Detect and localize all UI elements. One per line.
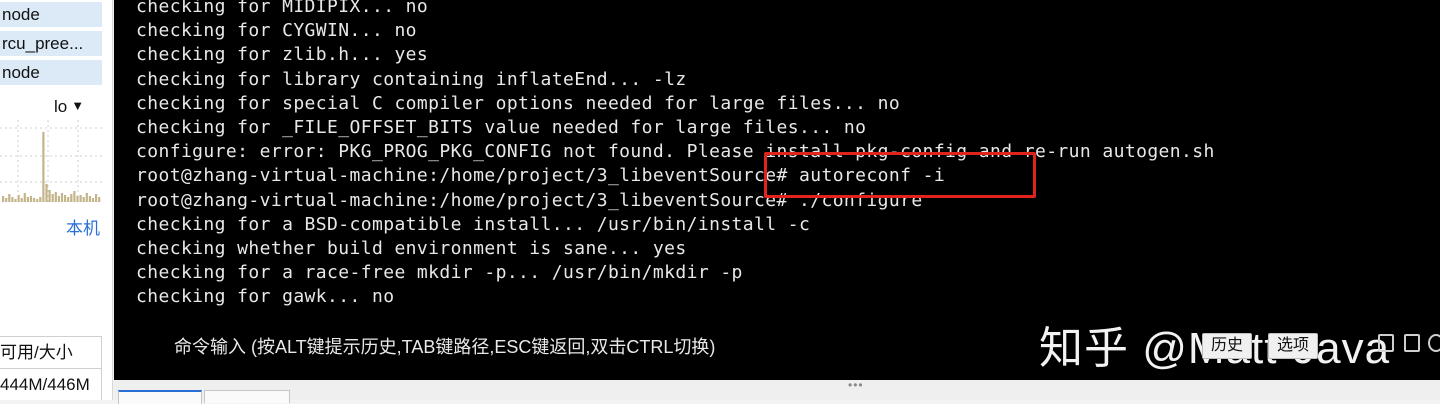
copy-icon[interactable] <box>1378 334 1394 352</box>
memory-table: 可用/大小 444M/446M <box>0 336 102 400</box>
terminal-window[interactable]: checking for MIDIPIX... no checking for … <box>114 0 1440 380</box>
mini-chart-bar <box>48 190 51 202</box>
sort-dropdown-label: lo <box>54 97 68 116</box>
mini-chart-bar <box>82 197 85 202</box>
mini-chart-bar <box>70 194 73 202</box>
left-panel: node rcu_pree... node lo ▼ 本机 可用/大小 444M/… <box>0 0 113 400</box>
mini-chart-bar <box>8 194 11 202</box>
mini-chart-bar <box>2 196 5 202</box>
mini-chart-bar <box>54 192 57 202</box>
terminal-line: checking for zlib.h... yes <box>136 44 429 66</box>
mini-chart-bar <box>29 196 33 202</box>
mini-chart-bar <box>23 193 26 202</box>
process-row[interactable]: rcu_pree... <box>0 31 102 57</box>
mini-chart-bar <box>26 197 29 202</box>
bottom-tab-active[interactable] <box>118 390 202 404</box>
mini-chart-bar <box>17 195 20 202</box>
local-link[interactable]: 本机 <box>66 214 100 239</box>
sort-dropdown[interactable]: lo ▼ <box>54 97 84 117</box>
mini-chart-bar <box>79 195 82 202</box>
mini-chart-bar <box>60 193 64 202</box>
terminal-line: root@zhang-virtual-machine:/home/project… <box>136 165 946 187</box>
mini-chart-bar <box>67 197 70 202</box>
terminal-output: checking for MIDIPIX... no checking for … <box>136 0 1215 309</box>
terminal-line: checking for a BSD-compatible install...… <box>136 213 811 235</box>
settings-icon[interactable] <box>1428 334 1440 352</box>
mini-chart-bar <box>39 197 42 202</box>
terminal-line: checking whether build environment is sa… <box>136 237 687 259</box>
mini-chart-bar <box>76 196 79 202</box>
options-button[interactable]: 选项 <box>1268 333 1319 359</box>
terminal-line: root@zhang-virtual-machine:/home/project… <box>136 189 923 211</box>
mini-chart-bar <box>5 198 8 202</box>
highlight-annotation-box <box>764 152 1036 198</box>
terminal-line: checking for CYGWIN... no <box>136 20 417 42</box>
mini-chart-bar <box>57 196 60 202</box>
mini-chart-bar <box>11 197 14 202</box>
terminal-line: checking for special C compiler options … <box>136 92 901 114</box>
process-row[interactable]: node <box>0 2 102 28</box>
history-button[interactable]: 历史 <box>1202 333 1253 359</box>
caret-down-icon: ▼ <box>71 98 85 113</box>
terminal-line: checking for library containing inflateE… <box>136 68 687 90</box>
terminal-line: checking for gawk... no <box>136 286 395 308</box>
mini-chart-bar <box>45 184 48 202</box>
mini-chart-bar <box>64 195 67 202</box>
process-row[interactable]: node <box>0 60 102 86</box>
splitter-handle-icon[interactable]: ••• <box>848 378 864 392</box>
memory-header: 可用/大小 <box>0 336 102 368</box>
mini-chart-bar <box>98 197 101 202</box>
mini-chart-bar <box>36 199 39 202</box>
bottom-tab[interactable] <box>204 390 290 403</box>
command-input-hint[interactable]: 命令输入 (按ALT键提示历史,TAB键路径,ESC键返回,双击CTRL切换) <box>174 333 715 359</box>
memory-value: 444M/446M <box>0 368 102 400</box>
terminal-line: configure: error: PKG_PROG_PKG_CONFIG no… <box>136 141 1215 163</box>
terminal-line: checking for MIDIPIX... no <box>136 0 429 17</box>
window-icon[interactable] <box>1404 334 1420 352</box>
mini-chart-bar <box>33 198 36 202</box>
mini-chart-bar <box>73 191 76 202</box>
mini-chart-bar <box>14 199 17 202</box>
mini-chart-bar <box>51 194 54 202</box>
mini-chart-bar <box>95 194 98 202</box>
mini-chart-bar <box>88 196 91 202</box>
network-mini-chart <box>0 120 102 204</box>
mini-chart-bar <box>42 132 45 202</box>
mini-chart-bar <box>20 198 23 202</box>
terminal-line: checking for _FILE_OFFSET_BITS value nee… <box>136 116 867 138</box>
terminal-line: checking for a race-free mkdir -p... /us… <box>136 262 743 284</box>
mini-chart-bar <box>85 193 88 202</box>
bottom-tab-strip: ••• <box>114 378 1440 404</box>
mini-chart-bar <box>91 198 95 202</box>
